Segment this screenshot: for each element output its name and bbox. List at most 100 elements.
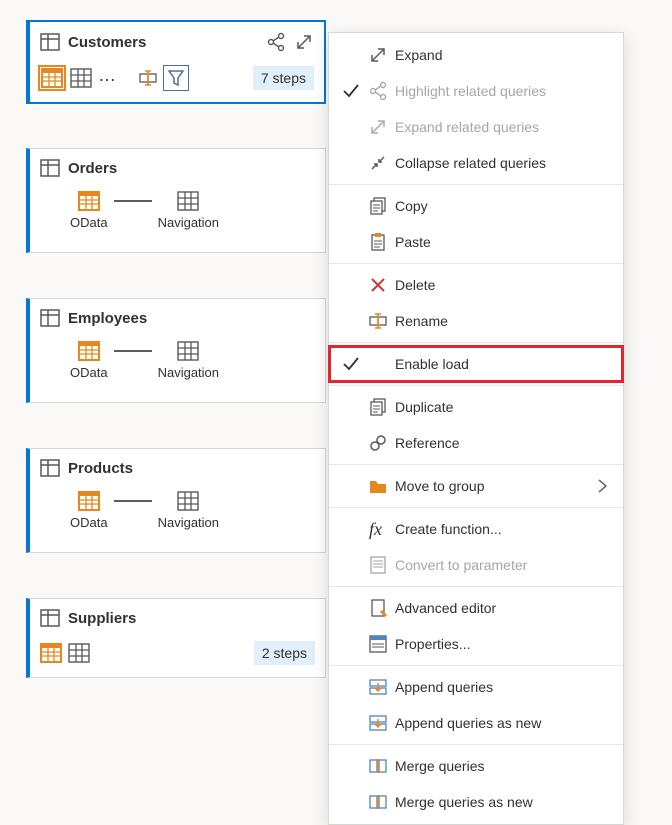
navigation-icon: [177, 491, 199, 511]
menu-separator: [329, 184, 623, 185]
step-count[interactable]: 7 steps: [253, 66, 314, 90]
step-label: OData: [70, 365, 108, 380]
duplicate-icon: [367, 397, 389, 417]
menu-separator: [329, 586, 623, 587]
chevron-right-icon: [593, 476, 611, 496]
menu-copy[interactable]: Copy: [329, 188, 623, 224]
menu-reference[interactable]: Reference: [329, 425, 623, 461]
rename-icon[interactable]: [138, 68, 158, 88]
check-icon: [341, 81, 361, 101]
step-count[interactable]: 2 steps: [254, 641, 315, 665]
parameter-icon: [367, 555, 389, 575]
related-icon[interactable]: [266, 32, 286, 52]
table-orange-icon[interactable]: [40, 643, 62, 663]
filter-icon[interactable]: [164, 66, 188, 90]
menu-label: Append queries as new: [395, 715, 611, 731]
editor-icon: [367, 598, 389, 618]
menu-expand-related[interactable]: Expand related queries: [329, 109, 623, 145]
rename-icon: [367, 311, 389, 331]
copy-icon: [367, 196, 389, 216]
menu-merge-queries[interactable]: Merge queries: [329, 748, 623, 784]
menu-delete[interactable]: Delete: [329, 267, 623, 303]
menu-merge-queries-as-new[interactable]: Merge queries as new: [329, 784, 623, 820]
menu-separator: [329, 385, 623, 386]
menu-label: Delete: [395, 277, 611, 293]
query-title: Employees: [68, 310, 315, 327]
append-new-icon: [367, 713, 389, 733]
menu-separator: [329, 464, 623, 465]
table-orange-icon[interactable]: [40, 67, 64, 89]
expand-icon[interactable]: [294, 32, 314, 52]
query-title: Customers: [68, 34, 258, 51]
navigation-icon: [177, 341, 199, 361]
menu-label: Rename: [395, 313, 611, 329]
menu-paste[interactable]: Paste: [329, 224, 623, 260]
step-connector: [114, 500, 152, 502]
query-title: Suppliers: [68, 610, 315, 627]
expand-icon: [367, 117, 389, 137]
query-title: Orders: [68, 160, 315, 177]
table-icon: [40, 309, 60, 327]
menu-label: Highlight related queries: [395, 83, 611, 99]
delete-icon: [367, 275, 389, 295]
fx-icon: [367, 519, 389, 539]
menu-separator: [329, 507, 623, 508]
query-card-products[interactable]: Products OData Navigation: [26, 448, 326, 553]
more-icon[interactable]: …: [98, 70, 116, 86]
odata-icon: [78, 341, 100, 361]
step-connector: [114, 200, 152, 202]
menu-separator: [329, 665, 623, 666]
query-card-customers[interactable]: Customers … 7 steps: [26, 20, 326, 104]
merge-new-icon: [367, 792, 389, 812]
step-label: Navigation: [158, 515, 219, 530]
menu-expand[interactable]: Expand: [329, 37, 623, 73]
step-connector: [114, 350, 152, 352]
step-label: OData: [70, 215, 108, 230]
step-label: OData: [70, 515, 108, 530]
menu-append-queries[interactable]: Append queries: [329, 669, 623, 705]
menu-label: Create function...: [395, 521, 611, 537]
append-icon: [367, 677, 389, 697]
menu-separator: [329, 744, 623, 745]
menu-highlight-related[interactable]: Highlight related queries: [329, 73, 623, 109]
query-card-suppliers[interactable]: Suppliers 2 steps: [26, 598, 326, 678]
menu-label: Convert to parameter: [395, 557, 611, 573]
table-plain-icon[interactable]: [68, 643, 90, 663]
check-icon: [341, 354, 361, 374]
menu-append-queries-as-new[interactable]: Append queries as new: [329, 705, 623, 741]
table-icon: [40, 159, 60, 177]
menu-properties[interactable]: Properties...: [329, 626, 623, 662]
menu-label: Expand related queries: [395, 119, 611, 135]
menu-separator: [329, 342, 623, 343]
menu-rename[interactable]: Rename: [329, 303, 623, 339]
paste-icon: [367, 232, 389, 252]
table-plain-icon[interactable]: [70, 68, 92, 88]
step-label: Navigation: [158, 365, 219, 380]
query-card-employees[interactable]: Employees OData Navigation: [26, 298, 326, 403]
menu-advanced-editor[interactable]: Advanced editor: [329, 590, 623, 626]
menu-enable-load[interactable]: Enable load: [329, 346, 623, 382]
collapse-icon: [367, 153, 389, 173]
table-icon: [40, 609, 60, 627]
menu-convert-to-parameter[interactable]: Convert to parameter: [329, 547, 623, 583]
menu-move-to-group[interactable]: Move to group: [329, 468, 623, 504]
reference-icon: [367, 433, 389, 453]
menu-label: Move to group: [395, 478, 587, 494]
menu-collapse-related[interactable]: Collapse related queries: [329, 145, 623, 181]
table-icon: [40, 33, 60, 51]
folder-icon: [367, 476, 389, 496]
menu-label: Duplicate: [395, 399, 611, 415]
menu-label: Enable load: [395, 356, 611, 372]
query-card-orders[interactable]: Orders OData Navigation: [26, 148, 326, 253]
menu-label: Properties...: [395, 636, 611, 652]
properties-icon: [367, 634, 389, 654]
menu-separator: [329, 263, 623, 264]
menu-label: Merge queries as new: [395, 794, 611, 810]
menu-create-function[interactable]: Create function...: [329, 511, 623, 547]
menu-label: Paste: [395, 234, 611, 250]
menu-duplicate[interactable]: Duplicate: [329, 389, 623, 425]
merge-icon: [367, 756, 389, 776]
menu-label: Advanced editor: [395, 600, 611, 616]
query-title: Products: [68, 460, 315, 477]
menu-label: Append queries: [395, 679, 611, 695]
